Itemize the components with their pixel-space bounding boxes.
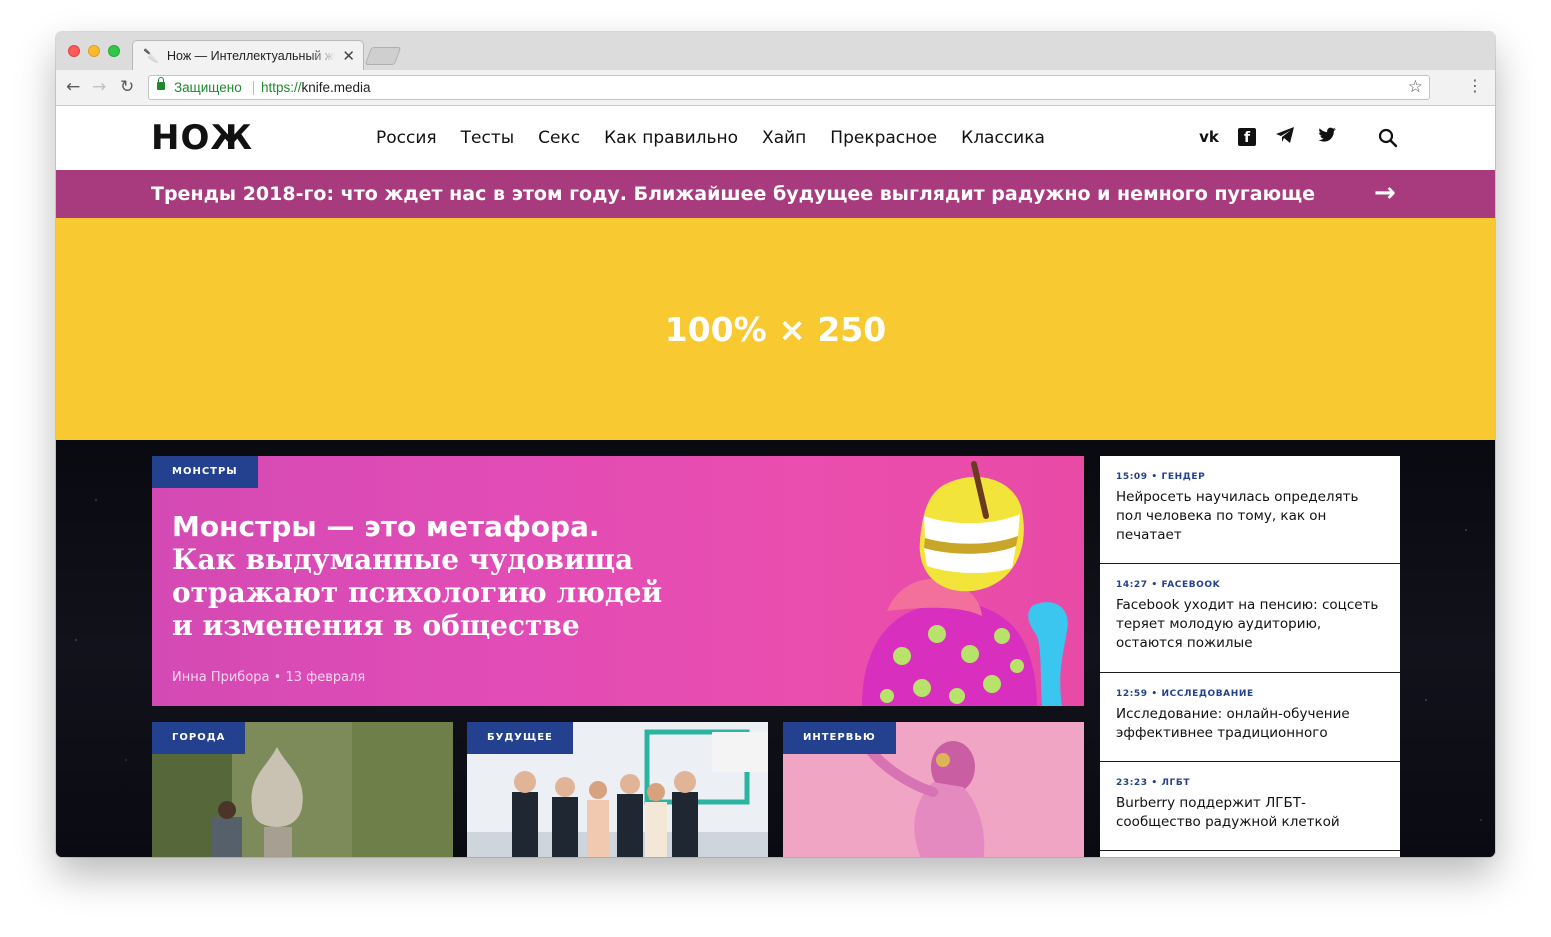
hero-title[interactable]: Монстры — это метафора. Как выдуманные ч…	[172, 510, 672, 642]
new-tab-button[interactable]	[364, 47, 402, 65]
page-viewport: НОЖ Россия Тесты Секс Как правильно Хайп…	[56, 106, 1495, 857]
vk-icon[interactable]: vk	[1196, 128, 1222, 146]
hero-article[interactable]: МОНСТРЫ Монстры — это метафора. Как выду…	[152, 456, 1084, 706]
browser-toolbar: ← → ↻ Защищено https://knife.media ☆ ⋮	[56, 70, 1495, 106]
hero-meta: Инна Прибора • 13 февраля	[172, 670, 365, 685]
article-card-interview[interactable]: ИНТЕРВЬЮ	[783, 722, 1084, 857]
reload-icon[interactable]: ↻	[120, 77, 134, 97]
browser-window: 🔪 Нож — Интеллектуальный журнал ✕ ← → ↻ …	[56, 32, 1495, 857]
news-item[interactable]: 23:23 • ЛГБТ Burberry поддержит ЛГБТ-соо…	[1100, 762, 1400, 851]
site-logo[interactable]: НОЖ	[151, 118, 253, 158]
news-title[interactable]: Burberry поддержит ЛГБТ-сообщество радуж…	[1116, 794, 1386, 832]
card-category-label[interactable]: ИНТЕРВЬЮ	[783, 722, 896, 754]
promo-banner[interactable]: Тренды 2018-го: что ждет нас в этом году…	[56, 170, 1495, 218]
address-bar[interactable]: Защищено https://knife.media ☆	[148, 75, 1430, 100]
promo-text[interactable]: Тренды 2018-го: что ждет нас в этом году…	[151, 183, 1315, 205]
arrow-right-icon[interactable]: →	[1374, 178, 1396, 208]
browser-titlebar: 🔪 Нож — Интеллектуальный журнал ✕	[56, 32, 1495, 70]
ad-size-label: 100% × 250	[664, 310, 887, 349]
monster-illustration	[862, 461, 1068, 706]
news-title[interactable]: Исследование: онлайн-обучение эффективне…	[1116, 705, 1386, 743]
meta-separator: •	[273, 670, 286, 685]
news-title[interactable]: Facebook уходит на пенсию: соцсеть теряе…	[1116, 596, 1386, 653]
card-category-label[interactable]: ГОРОДА	[152, 722, 246, 754]
knife-favicon-icon: 🔪	[143, 49, 160, 64]
twitter-icon[interactable]	[1314, 126, 1340, 148]
news-item[interactable]: 12:59 • ИССЛЕДОВАНИЕ Исследование: онлай…	[1100, 673, 1400, 762]
hero-category-label[interactable]: МОНСТРЫ	[152, 456, 258, 488]
nav-link-hype[interactable]: Хайп	[762, 128, 806, 148]
nav-link-russia[interactable]: Россия	[376, 128, 437, 148]
social-links: vk f	[1196, 126, 1340, 148]
telegram-icon[interactable]	[1272, 126, 1298, 148]
article-card-future[interactable]: БУДУЩЕЕ	[467, 722, 768, 857]
minimize-window-button[interactable]	[88, 45, 100, 57]
facebook-icon[interactable]: f	[1238, 128, 1256, 146]
zoom-window-button[interactable]	[108, 45, 120, 57]
main-navigation: Россия Тесты Секс Как правильно Хайп Пре…	[376, 128, 1045, 148]
card-category-label[interactable]: БУДУЩЕЕ	[467, 722, 573, 754]
article-card-cities[interactable]: ГОРОДА	[152, 722, 453, 857]
nav-link-how-to[interactable]: Как правильно	[604, 128, 738, 148]
nav-link-sex[interactable]: Секс	[538, 128, 580, 148]
news-meta: 12:59 • ИССЛЕДОВАНИЕ	[1116, 689, 1254, 699]
back-arrow-icon[interactable]: ←	[66, 77, 80, 97]
browser-tab[interactable]: 🔪 Нож — Интеллектуальный журнал ✕	[132, 40, 364, 70]
news-meta: 23:23 • ЛГБТ	[1116, 778, 1191, 788]
bookmark-star-icon[interactable]: ☆	[1408, 77, 1423, 97]
news-meta: 14:27 • FACEBOOK	[1116, 580, 1221, 590]
close-window-button[interactable]	[68, 45, 80, 57]
news-feed: 15:09 • ГЕНДЕР Нейросеть научилась опред…	[1100, 456, 1400, 857]
news-item[interactable]: 14:27 • FACEBOOK Facebook уходит на пенс…	[1100, 564, 1400, 673]
nav-link-tests[interactable]: Тесты	[461, 128, 515, 148]
news-title[interactable]: Нейросеть научилась определять пол челов…	[1116, 488, 1386, 545]
url-text: https://knife.media	[261, 80, 371, 95]
url-divider	[253, 81, 254, 95]
nav-link-beautiful[interactable]: Прекрасное	[830, 128, 937, 148]
hero-author[interactable]: Инна Прибора	[172, 670, 270, 685]
tab-close-icon[interactable]: ✕	[342, 47, 355, 65]
secure-label: Защищено	[174, 80, 242, 95]
search-icon[interactable]	[1378, 128, 1398, 148]
featured-section: МОНСТРЫ Монстры — это метафора. Как выду…	[56, 440, 1495, 857]
news-meta: 15:09 • ГЕНДЕР	[1116, 472, 1206, 482]
site-header: НОЖ Россия Тесты Секс Как правильно Хайп…	[56, 106, 1495, 170]
browser-menu-icon[interactable]: ⋮	[1467, 76, 1483, 95]
lock-icon	[157, 77, 165, 90]
hero-date: 13 февраля	[285, 670, 366, 685]
news-item[interactable]: 15:09 • ГЕНДЕР Нейросеть научилась опред…	[1100, 456, 1400, 564]
nav-link-classics[interactable]: Классика	[961, 128, 1045, 148]
tab-title: Нож — Интеллектуальный журнал	[167, 49, 335, 63]
forward-arrow-icon[interactable]: →	[92, 77, 106, 97]
ad-placeholder: 100% × 250	[56, 218, 1495, 440]
